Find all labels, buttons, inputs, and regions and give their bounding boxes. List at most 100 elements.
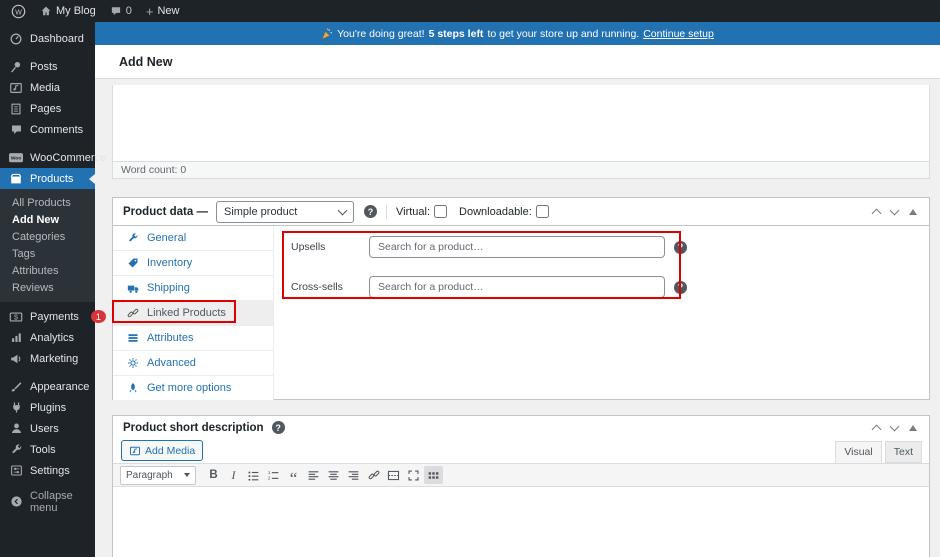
tab-shipping[interactable]: Shipping — [113, 276, 273, 301]
tab-label: Linked Products — [147, 307, 226, 319]
downloadable-checkbox[interactable] — [535, 205, 549, 218]
new-content-menu[interactable]: + New — [139, 0, 187, 22]
dashboard-icon — [9, 32, 23, 46]
more-tag-button[interactable] — [384, 466, 403, 484]
bullet-list-button[interactable] — [244, 466, 263, 484]
submenu-all-products[interactable]: All Products — [0, 194, 95, 211]
sidebar-item-marketing[interactable]: Marketing — [0, 348, 95, 369]
product-type-help-icon[interactable]: ? — [363, 205, 377, 218]
product-data-body: General Inventory Shipping Linked Produc… — [113, 226, 929, 400]
move-down-icon[interactable] — [889, 421, 900, 432]
submenu-categories[interactable]: Categories — [0, 228, 95, 245]
sidebar-label: Posts — [30, 60, 58, 73]
cross-sells-help-icon[interactable]: ? — [674, 280, 687, 294]
comments-icon — [9, 123, 23, 137]
gear-icon — [127, 357, 140, 370]
sidebar-label: Dashboard — [30, 32, 84, 45]
sidebar-item-payments[interactable]: $ Payments 1 — [0, 306, 106, 327]
product-type-select[interactable]: Simple product — [215, 200, 354, 223]
visual-tab[interactable]: Visual — [835, 441, 882, 463]
sidebar-item-media[interactable]: Media — [0, 77, 95, 98]
tab-attributes[interactable]: Attributes — [113, 326, 273, 351]
sidebar-label: Users — [30, 422, 59, 435]
upsells-search-input[interactable] — [369, 236, 665, 258]
comments-shortcut[interactable]: 0 — [103, 0, 139, 22]
paragraph-format-select[interactable]: Paragraph — [120, 465, 196, 485]
sidebar-item-dashboard[interactable]: Dashboard — [0, 28, 95, 49]
collapse-arrow-icon — [9, 495, 23, 509]
toggle-panel-icon[interactable] — [909, 424, 917, 431]
align-left-button[interactable] — [304, 466, 323, 484]
blockquote-button[interactable]: “ — [284, 463, 303, 488]
cross-sells-search-input[interactable] — [369, 276, 665, 298]
sidebar-label: Plugins — [30, 401, 67, 414]
align-right-button[interactable] — [344, 466, 363, 484]
megaphone-icon — [9, 352, 23, 366]
plugin-icon — [9, 401, 23, 415]
admin-sidebar: Dashboard Posts Media Pages Comments Woo… — [0, 22, 106, 557]
word-count-bar: Word count: 0 — [113, 161, 929, 178]
editor-toolbar: Paragraph B I 12 “ — [113, 463, 929, 487]
text-tab[interactable]: Text — [884, 441, 922, 463]
sidebar-item-appearance[interactable]: Appearance — [0, 376, 95, 397]
tab-linked-products[interactable]: Linked Products — [113, 301, 273, 326]
sidebar-item-users[interactable]: Users — [0, 418, 95, 439]
insert-link-button[interactable] — [364, 466, 383, 484]
fullscreen-button[interactable] — [404, 466, 423, 484]
sidebar-item-comments[interactable]: Comments — [0, 119, 95, 140]
align-center-button[interactable] — [324, 466, 343, 484]
submenu-reviews[interactable]: Reviews — [0, 279, 95, 296]
italic-button[interactable]: I — [224, 466, 243, 484]
payments-icon: $ — [9, 310, 23, 324]
numbered-list-button[interactable]: 12 — [264, 466, 283, 484]
continue-setup-link[interactable]: Continue setup — [643, 28, 714, 40]
upsells-row: Upsells ? — [274, 236, 929, 258]
sidebar-item-plugins[interactable]: Plugins — [0, 397, 95, 418]
wrench-icon — [9, 443, 23, 457]
tab-general[interactable]: General — [113, 226, 273, 251]
sidebar-item-posts[interactable]: Posts — [0, 56, 95, 77]
tab-advanced[interactable]: Advanced — [113, 351, 273, 376]
sidebar-item-woocommerce[interactable]: Woo WooCommerce — [0, 147, 106, 168]
site-menu[interactable]: My Blog — [33, 0, 103, 22]
svg-text:2: 2 — [268, 475, 271, 480]
chevron-down-icon — [337, 205, 348, 215]
panel-controls — [871, 205, 919, 218]
submenu-tags[interactable]: Tags — [0, 245, 95, 262]
toolbar-toggle-button[interactable] — [424, 466, 443, 484]
triangle-down-icon — [184, 473, 190, 477]
sidebar-label: Pages — [30, 102, 62, 115]
short-description-help-icon[interactable]: ? — [271, 421, 285, 434]
svg-text:Woo: Woo — [11, 155, 22, 161]
bold-button[interactable]: B — [204, 466, 223, 484]
move-down-icon[interactable] — [889, 205, 900, 216]
tab-inventory[interactable]: Inventory — [113, 251, 273, 276]
submenu-attributes[interactable]: Attributes — [0, 262, 95, 279]
wordpress-logo[interactable]: W — [4, 0, 33, 22]
sidebar-item-products[interactable]: Products — [0, 168, 95, 189]
sidebar-label: Tools — [30, 443, 56, 456]
sidebar-item-analytics[interactable]: Analytics — [0, 327, 95, 348]
sidebar-item-tools[interactable]: Tools — [0, 439, 95, 460]
virtual-checkbox[interactable] — [434, 205, 448, 218]
tag-icon — [127, 257, 140, 270]
site-name: My Blog — [56, 5, 96, 17]
add-media-button[interactable]: Add Media — [121, 440, 204, 461]
collapse-menu-button[interactable]: Collapse menu — [0, 490, 95, 514]
link-icon — [127, 307, 140, 320]
move-up-icon[interactable] — [871, 208, 882, 218]
sidebar-item-pages[interactable]: Pages — [0, 98, 95, 119]
banner-text-1: You're doing great! — [337, 27, 425, 40]
submenu-add-new[interactable]: Add New — [0, 211, 95, 228]
toggle-panel-icon[interactable] — [909, 208, 917, 215]
comment-count: 0 — [125, 5, 132, 17]
svg-text:W: W — [15, 9, 22, 16]
move-up-icon[interactable] — [871, 424, 882, 434]
upsells-help-icon[interactable]: ? — [674, 240, 687, 254]
svg-text:$: $ — [14, 314, 18, 321]
short-description-editor-area[interactable] — [113, 487, 929, 557]
tab-get-more-options[interactable]: Get more options — [113, 376, 273, 400]
sidebar-item-settings[interactable]: Settings — [0, 460, 95, 481]
main-editor-area[interactable] — [113, 85, 929, 160]
paintbrush-icon — [9, 380, 23, 394]
